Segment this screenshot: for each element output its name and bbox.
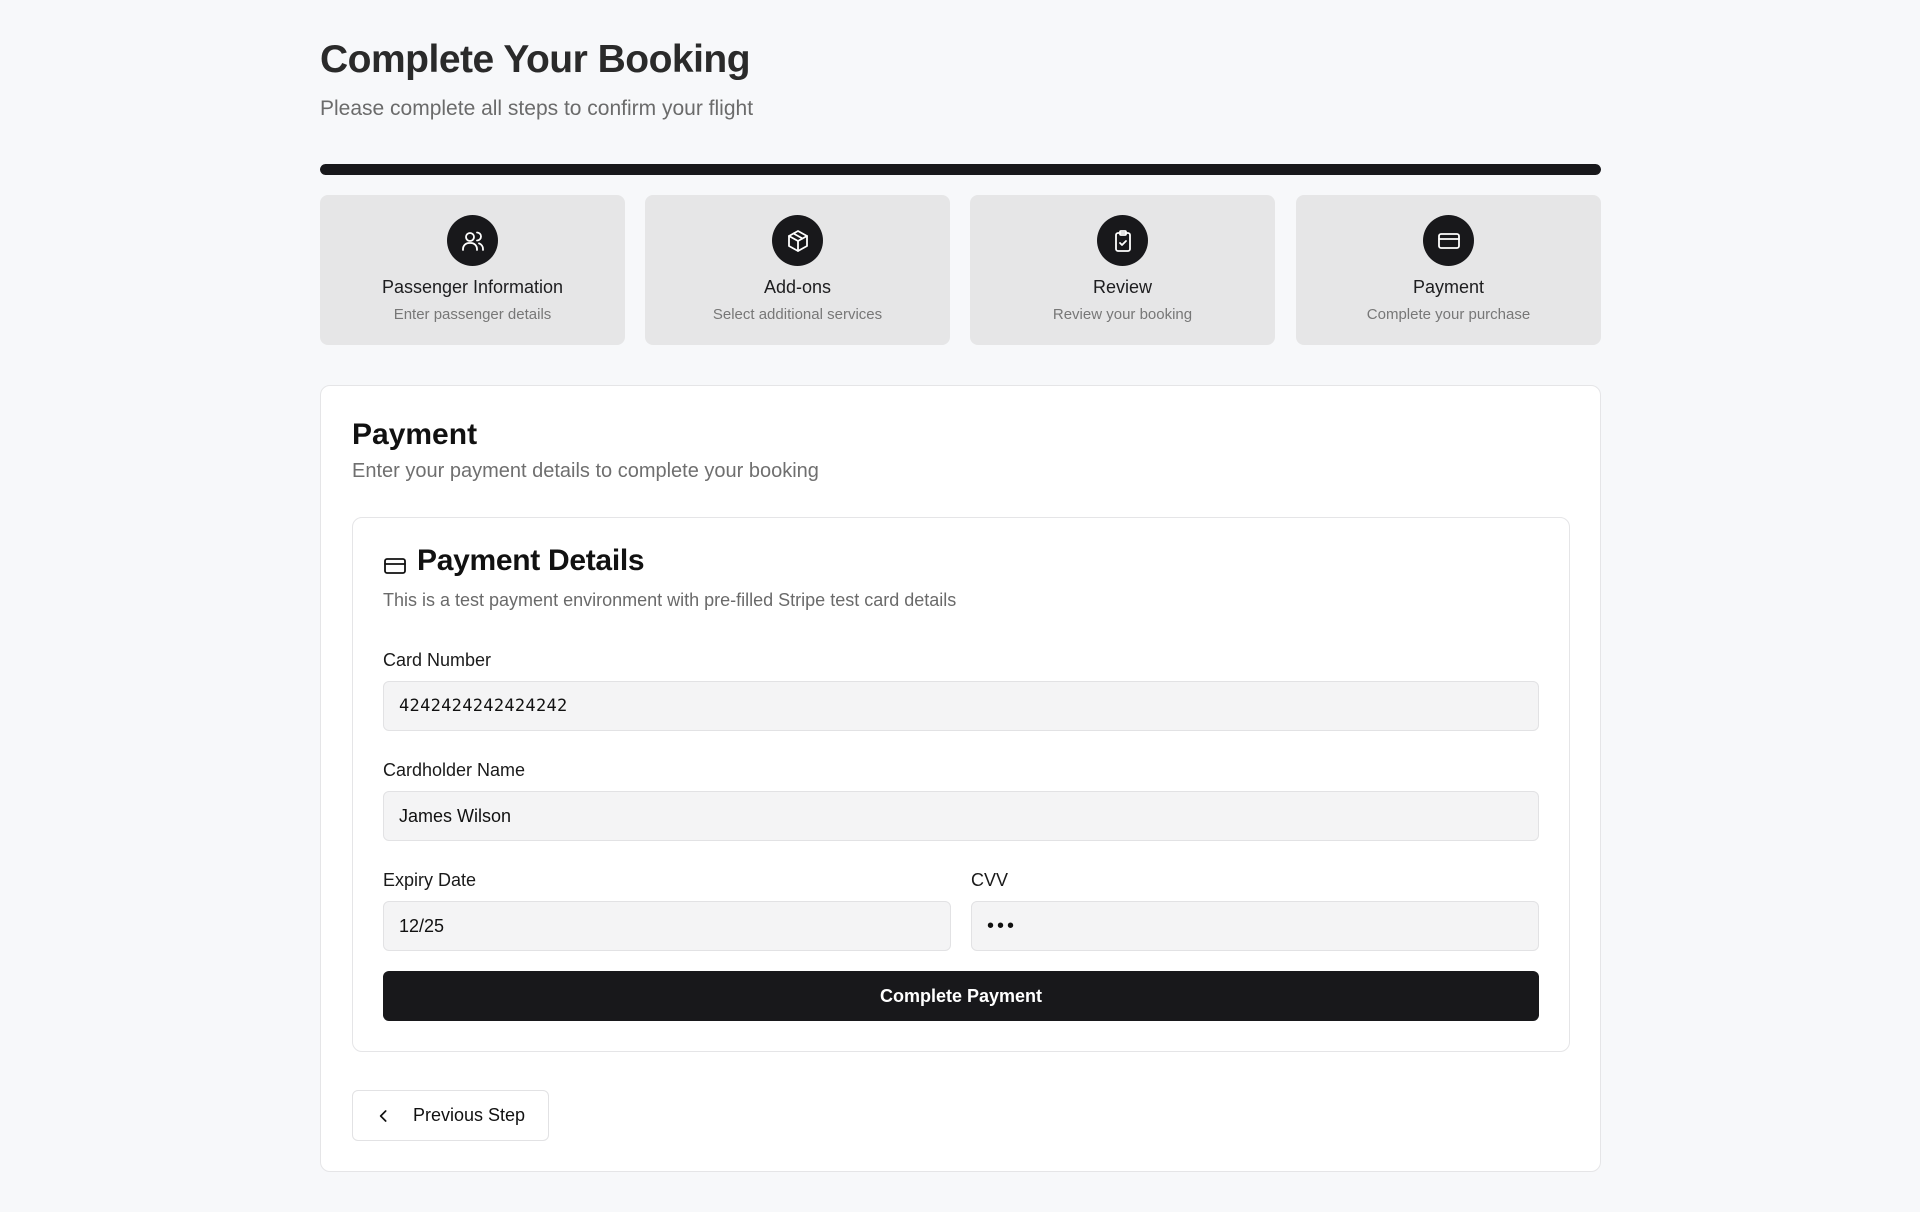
- expiry-date-label: Expiry Date: [383, 870, 477, 890]
- step-title: Passenger Information: [381, 277, 564, 297]
- step-payment[interactable]: Payment Complete your purchase: [1296, 195, 1601, 345]
- step-list: Passenger Information Enter passenger de…: [320, 195, 1601, 345]
- payment-details-subtitle: This is a test payment environment with …: [383, 590, 957, 610]
- expiry-date-input[interactable]: [383, 901, 951, 951]
- step-title: Payment: [1412, 277, 1485, 297]
- users-icon: [447, 215, 498, 266]
- step-title: Add-ons: [763, 277, 832, 297]
- previous-step-button[interactable]: Previous Step: [352, 1090, 549, 1141]
- payment-card: Payment Enter your payment details to co…: [320, 385, 1601, 1172]
- payment-details-title: Payment Details: [417, 544, 645, 577]
- step-description: Complete your purchase: [1366, 306, 1531, 323]
- cardholder-name-label: Cardholder Name: [383, 760, 526, 780]
- page-title: Complete Your Booking: [320, 38, 751, 81]
- package-icon: [772, 215, 823, 266]
- payment-details-panel: Payment Details This is a test payment e…: [352, 517, 1570, 1052]
- cvv-label: CVV: [971, 870, 1009, 890]
- progress-fill: [320, 164, 1601, 175]
- step-description: Select additional services: [712, 306, 883, 323]
- complete-payment-button[interactable]: Complete Payment: [383, 971, 1539, 1021]
- step-review[interactable]: Review Review your booking: [970, 195, 1275, 345]
- page-subtitle: Please complete all steps to confirm you…: [320, 97, 754, 120]
- clipboard-check-icon: [1097, 215, 1148, 266]
- step-description: Review your booking: [1052, 306, 1193, 323]
- card-number-input[interactable]: [383, 681, 1539, 731]
- cardholder-name-input[interactable]: [383, 791, 1539, 841]
- credit-card-icon: [384, 558, 406, 574]
- step-description: Enter passenger details: [393, 306, 552, 323]
- chevron-left-icon: [379, 1109, 387, 1122]
- step-add-ons[interactable]: Add-ons Select additional services: [645, 195, 950, 345]
- credit-card-icon: [1423, 215, 1474, 266]
- card-number-label: Card Number: [383, 650, 492, 670]
- payment-section-subtitle: Enter your payment details to complete y…: [352, 460, 819, 482]
- previous-step-label: Previous Step: [413, 1105, 526, 1125]
- payment-section-title: Payment: [352, 418, 478, 451]
- step-passenger-information[interactable]: Passenger Information Enter passenger de…: [320, 195, 625, 345]
- cvv-input[interactable]: [971, 901, 1539, 951]
- step-title: Review: [1092, 277, 1153, 297]
- progress-bar: [320, 164, 1601, 175]
